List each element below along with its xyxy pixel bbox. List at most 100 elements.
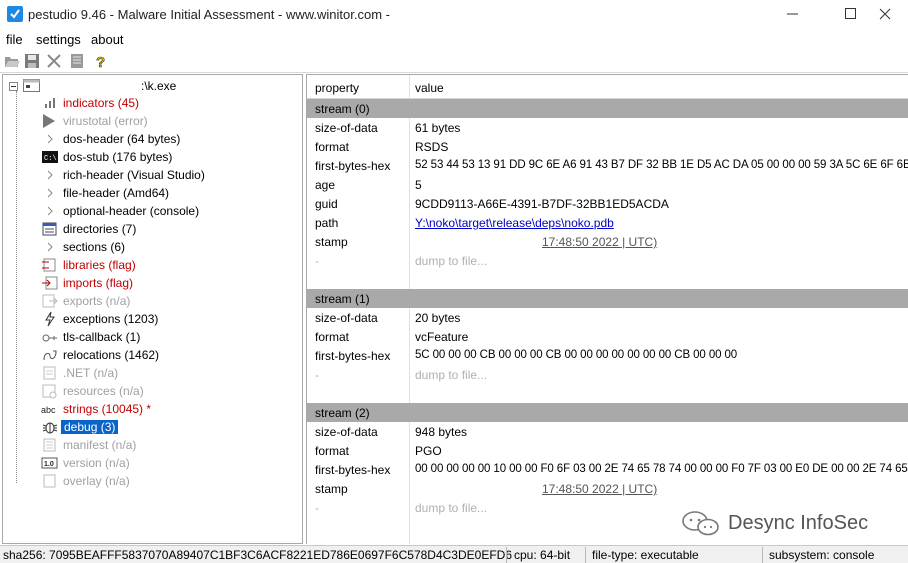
- close-button[interactable]: [862, 0, 908, 30]
- wechat-logo-icon: [682, 511, 719, 536]
- menu-about[interactable]: about: [91, 32, 124, 47]
- stream-header-row[interactable]: stream (2): [307, 403, 908, 422]
- tree-item[interactable]: overlay (n/a): [3, 472, 293, 490]
- property-cell: age: [315, 178, 336, 192]
- maximize-icon: [845, 8, 856, 19]
- tree-item-label: tls-callback (1): [63, 330, 141, 344]
- tree-item[interactable]: virustotal (error): [3, 112, 293, 130]
- tree-panel: :\k.exe indicators (45) virustotal (error…: [2, 74, 303, 544]
- column-header: property value: [307, 75, 908, 99]
- property-cell: size-of-data: [315, 311, 378, 325]
- column-property[interactable]: property: [315, 81, 359, 95]
- open-icon: [5, 57, 20, 67]
- status-divider: [762, 547, 763, 563]
- status-cpu: cpu: 64-bit: [514, 548, 571, 562]
- tree-item[interactable]: manifest (n/a): [3, 436, 293, 454]
- tree-item[interactable]: indicators (45): [3, 94, 293, 112]
- tree-item[interactable]: exceptions (1203): [3, 310, 293, 328]
- table-row[interactable]: first-bytes-hex 52 53 44 53 13 91 DD 9C 6…: [307, 156, 908, 175]
- tree-item-label: version (n/a): [63, 456, 130, 470]
- tree-item[interactable]: optional-header (console): [3, 202, 293, 220]
- tree-item[interactable]: rich-header (Visual Studio): [3, 166, 293, 184]
- tree-item[interactable]: directories (7): [3, 220, 293, 238]
- title-bar: pestudio 9.46 - Malware Initial Assessme…: [0, 0, 908, 30]
- tree-item[interactable]: abc strings (10045) *: [3, 400, 293, 418]
- stream-header-row[interactable]: stream (0): [307, 99, 908, 118]
- tree-item[interactable]: tls-callback (1): [3, 328, 293, 346]
- tree-item[interactable]: .NET (n/a): [3, 364, 293, 382]
- table-row[interactable]: stamp 17:48:50 2022 | UTC): [307, 232, 908, 251]
- stream-header-row[interactable]: stream (1): [307, 289, 908, 308]
- tree-item[interactable]: exports (n/a): [3, 292, 293, 310]
- expand-arrow-icon: [41, 203, 59, 219]
- open-button[interactable]: [3, 52, 21, 70]
- tree-item[interactable]: dos-header (64 bytes): [3, 130, 293, 148]
- list-button[interactable]: [68, 52, 86, 70]
- expand-arrow-icon: [41, 185, 59, 201]
- menu-bar: file settings about: [0, 30, 908, 49]
- save-button[interactable]: [23, 52, 41, 70]
- help-button[interactable]: ?: [92, 52, 110, 70]
- table-row[interactable]: age 5: [307, 175, 908, 194]
- table-row[interactable]: format vcFeature: [307, 327, 908, 346]
- close-file-icon: [47, 54, 61, 68]
- imports-icon: [41, 275, 59, 291]
- value-cell: 5C 00 00 00 CB 00 00 00 CB 00 00 00 00 0…: [415, 349, 738, 361]
- tree-item[interactable]: sections (6): [3, 238, 293, 256]
- property-cell: format: [315, 140, 350, 154]
- table-row[interactable]: size-of-data 61 bytes: [307, 118, 908, 137]
- property-cell: stamp: [315, 235, 348, 249]
- table-row[interactable]: format PGO: [307, 441, 908, 460]
- property-cell: stream (2): [315, 406, 370, 420]
- table-row[interactable]: - dump to file...: [307, 251, 908, 270]
- status-filetype: file-type: executable: [592, 548, 699, 562]
- menu-settings[interactable]: settings: [36, 32, 81, 47]
- tree-item[interactable]: file-header (Amd64): [3, 184, 293, 202]
- table-row[interactable]: format RSDS: [307, 137, 908, 156]
- tree-item[interactable]: resources (n/a): [3, 382, 293, 400]
- collapse-icon[interactable]: [9, 82, 21, 94]
- close-icon: [879, 8, 891, 20]
- property-cell: size-of-data: [315, 121, 378, 135]
- tree-item-label: indicators (45): [63, 96, 140, 110]
- details-panel: property value stream (0) size-of-data 61 …: [306, 74, 908, 544]
- tree-item-label: directories (7): [63, 222, 137, 236]
- value-cell[interactable]: dump to file...: [415, 254, 487, 268]
- tree-item-label: file-header (Amd64): [63, 186, 170, 200]
- indicators-icon: [41, 95, 59, 111]
- close-file-button[interactable]: [45, 52, 63, 70]
- tree-item-label: exports (n/a): [63, 294, 131, 308]
- table-row[interactable]: stamp 17:48:50 2022 | UTC): [307, 479, 908, 498]
- table-row[interactable]: size-of-data 948 bytes: [307, 422, 908, 441]
- property-cell: guid: [315, 197, 338, 211]
- tree-item[interactable]: relocations (1462): [3, 346, 293, 364]
- tree-item[interactable]: debug (3): [3, 418, 293, 436]
- minimize-button[interactable]: [770, 0, 816, 30]
- status-bar: sha256: 7095BEAFFF5837070A89407C1BF3C6AC…: [0, 545, 908, 563]
- table-row[interactable]: first-bytes-hex 00 00 00 00 00 10 00 00 F…: [307, 460, 908, 479]
- svg-text:abc: abc: [41, 405, 56, 415]
- table-row[interactable]: - dump to file...: [307, 365, 908, 384]
- table-row: [307, 384, 908, 403]
- value-cell: 20 bytes: [415, 311, 461, 325]
- toolbar: ?: [0, 49, 908, 73]
- tree-item[interactable]: imports (flag): [3, 274, 293, 292]
- tree-item[interactable]: libraries (flag): [3, 256, 293, 274]
- value-cell[interactable]: dump to file...: [415, 368, 487, 382]
- table-row[interactable]: guid 9CDD9113-A66E-4391-B7DF-32BB1ED5ACDA: [307, 194, 908, 213]
- svg-text:C:\: C:\: [44, 155, 57, 163]
- table-row[interactable]: first-bytes-hex 5C 00 00 00 CB 00 00 00 C…: [307, 346, 908, 365]
- column-value[interactable]: value: [415, 81, 444, 95]
- app-check-icon: [7, 6, 23, 22]
- table-row[interactable]: size-of-data 20 bytes: [307, 308, 908, 327]
- path-link[interactable]: Y:\noko\target\release\deps\noko.pdb: [415, 216, 614, 230]
- table-row[interactable]: path Y:\noko\target\release\deps\noko.pdb: [307, 213, 908, 232]
- property-cell: -: [315, 368, 319, 382]
- property-cell: stream (1): [315, 292, 370, 306]
- tree-item[interactable]: C:\ dos-stub (176 bytes): [3, 148, 293, 166]
- property-cell: first-bytes-hex: [315, 463, 391, 477]
- tree-item[interactable]: 1.0 version (n/a): [3, 454, 293, 472]
- value-cell[interactable]: dump to file...: [415, 501, 487, 515]
- menu-file[interactable]: file: [6, 32, 23, 47]
- property-cell: first-bytes-hex: [315, 159, 391, 173]
